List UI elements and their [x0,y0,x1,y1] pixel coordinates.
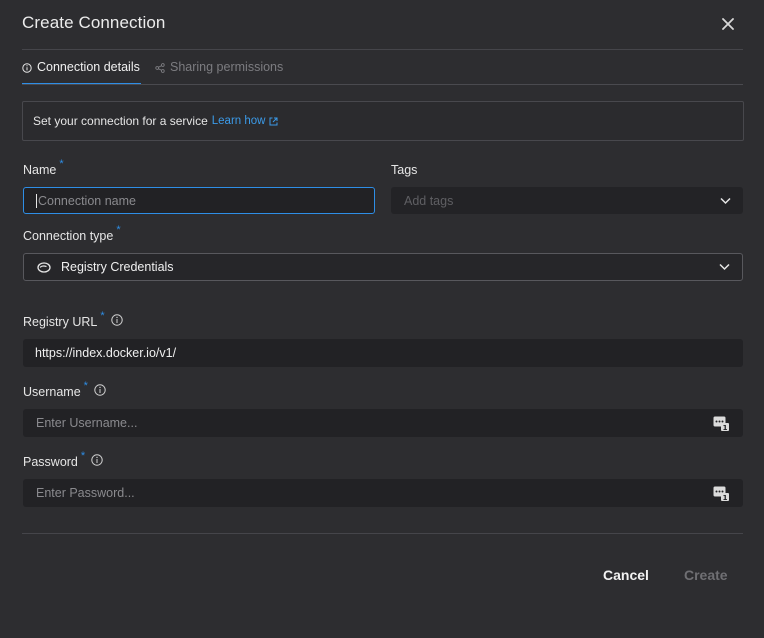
connection-name-placeholder: Connection name [38,193,136,208]
username-label-text: Username [23,385,81,399]
learn-how-link[interactable]: Learn how [212,115,279,127]
tags-placeholder: Add tags [404,193,454,208]
username-input[interactable]: Enter Username... 1 [23,409,743,437]
create-button[interactable]: Create [684,567,728,583]
chevron-down-icon [719,263,730,271]
name-label-text: Name [23,163,57,177]
tags-select[interactable]: Add tags [391,187,743,214]
connection-name-input[interactable]: Connection name [23,187,375,214]
footer-divider [22,533,743,534]
registry-icon [37,261,51,273]
required-marker: * [116,224,121,236]
password-placeholder: Enter Password... [36,486,135,500]
create-connection-dialog: Create Connection Connection details Sha… [0,0,764,638]
external-link-icon [269,117,278,125]
connection-type-value: Registry Credentials [61,260,174,274]
password-manager-icon[interactable]: 1 [713,485,729,501]
required-marker: * [80,450,86,462]
password-label-text: Password [23,455,78,469]
tab-bar: Connection details Sharing permissions [22,58,743,85]
info-banner: Set your connection for a service Learn … [22,101,744,141]
svg-text:1: 1 [723,494,728,501]
required-marker: * [59,158,64,170]
cancel-button[interactable]: Cancel [603,567,649,583]
info-icon[interactable] [94,384,106,396]
registry-url-input[interactable]: https://index.docker.io/v1/ [23,339,743,367]
tags-label: Tags [391,163,417,177]
close-button[interactable] [717,13,739,35]
close-icon [722,18,734,30]
tab-connection-details-label: Connection details [37,60,140,74]
chevron-down-icon [720,197,731,204]
tab-divider [22,84,743,85]
username-placeholder: Enter Username... [36,416,138,430]
required-marker: * [100,310,105,322]
connection-type-label-text: Connection type [23,229,114,243]
tab-sharing-permissions[interactable]: Sharing permissions [155,58,283,85]
name-label: Name * [23,158,64,177]
svg-text:1: 1 [723,424,728,431]
info-icon[interactable] [91,454,103,466]
dialog-title: Create Connection [22,13,166,32]
info-icon[interactable] [110,314,123,326]
username-label: Username * [23,380,106,399]
info-banner-text: Set your connection for a service [33,114,208,128]
registry-url-label-text: Registry URL [23,315,98,329]
required-marker: * [83,380,88,392]
connection-type-select[interactable]: Registry Credentials [23,253,743,281]
tab-connection-details[interactable]: Connection details [22,58,141,85]
text-cursor [36,193,37,208]
connection-type-label: Connection type * [23,224,121,243]
info-icon [22,63,32,73]
share-icon [155,63,165,73]
registry-url-value: https://index.docker.io/v1/ [35,346,177,360]
tags-label-text: Tags [391,163,418,177]
learn-how-label: Learn how [211,115,266,127]
password-label: Password * [23,450,103,469]
password-manager-icon[interactable]: 1 [713,415,729,431]
registry-url-label: Registry URL * [23,310,123,329]
header-divider [22,49,743,50]
tab-sharing-permissions-label: Sharing permissions [170,60,284,74]
password-input[interactable]: Enter Password... 1 [23,479,743,507]
